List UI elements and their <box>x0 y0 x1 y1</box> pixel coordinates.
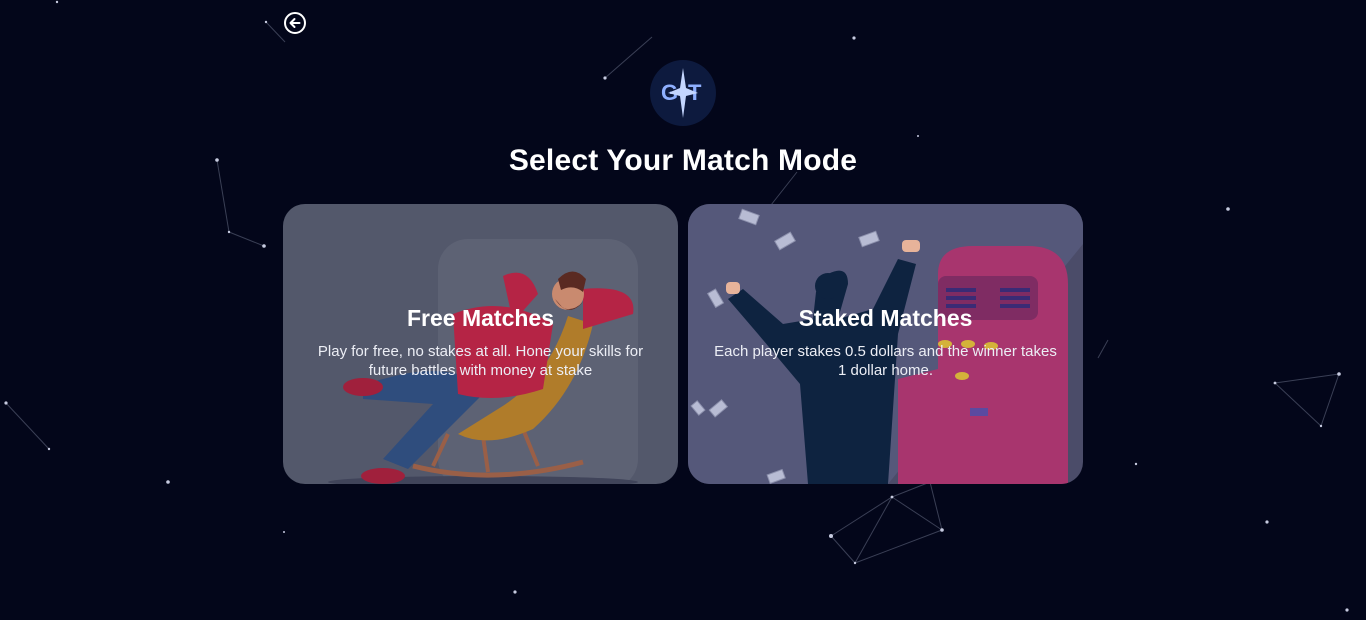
staked-matches-description: Each player stakes 0.5 dollars and the w… <box>714 343 1057 379</box>
free-matches-card[interactable]: Free Matches Play for free, no stakes at… <box>283 204 678 484</box>
arrow-left-circle-icon <box>284 12 306 34</box>
match-mode-screen: G T Select Your Match Mode <box>0 0 1366 620</box>
staked-matches-text: Staked Matches Each player stakes 0.5 do… <box>688 305 1083 380</box>
back-button[interactable] <box>283 11 307 35</box>
free-matches-description: Play for free, no stakes at all. Hone yo… <box>317 343 644 379</box>
free-matches-title: Free Matches <box>406 305 554 331</box>
free-matches-text: Free Matches Play for free, no stakes at… <box>283 305 678 380</box>
staked-matches-title: Staked Matches <box>798 305 973 331</box>
app-logo: G T <box>650 60 716 126</box>
page-title: Select Your Match Mode <box>508 144 858 177</box>
staked-matches-card[interactable]: Staked Matches Each player stakes 0.5 do… <box>688 204 1083 484</box>
logo-mark-icon: G T <box>661 68 702 118</box>
